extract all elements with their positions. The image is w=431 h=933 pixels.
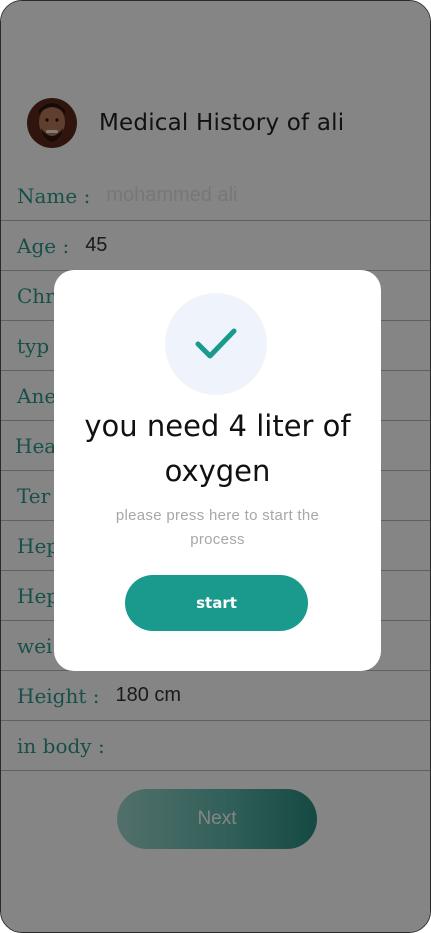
check-badge bbox=[165, 293, 267, 395]
phone-frame: Medical History of ali Name : mohammed a… bbox=[0, 0, 431, 933]
dialog-title-line-1: you need 4 liter of bbox=[84, 409, 351, 443]
dialog-title-line-2: oxygen bbox=[164, 454, 271, 488]
start-button[interactable]: start bbox=[125, 575, 308, 631]
check-icon bbox=[195, 328, 237, 359]
oxygen-dialog: you need 4 liter of oxygen please press … bbox=[54, 270, 381, 671]
dialog-subtitle: please press here to start the process bbox=[115, 507, 320, 548]
dialog-title: you need 4 liter of oxygen bbox=[54, 404, 381, 494]
